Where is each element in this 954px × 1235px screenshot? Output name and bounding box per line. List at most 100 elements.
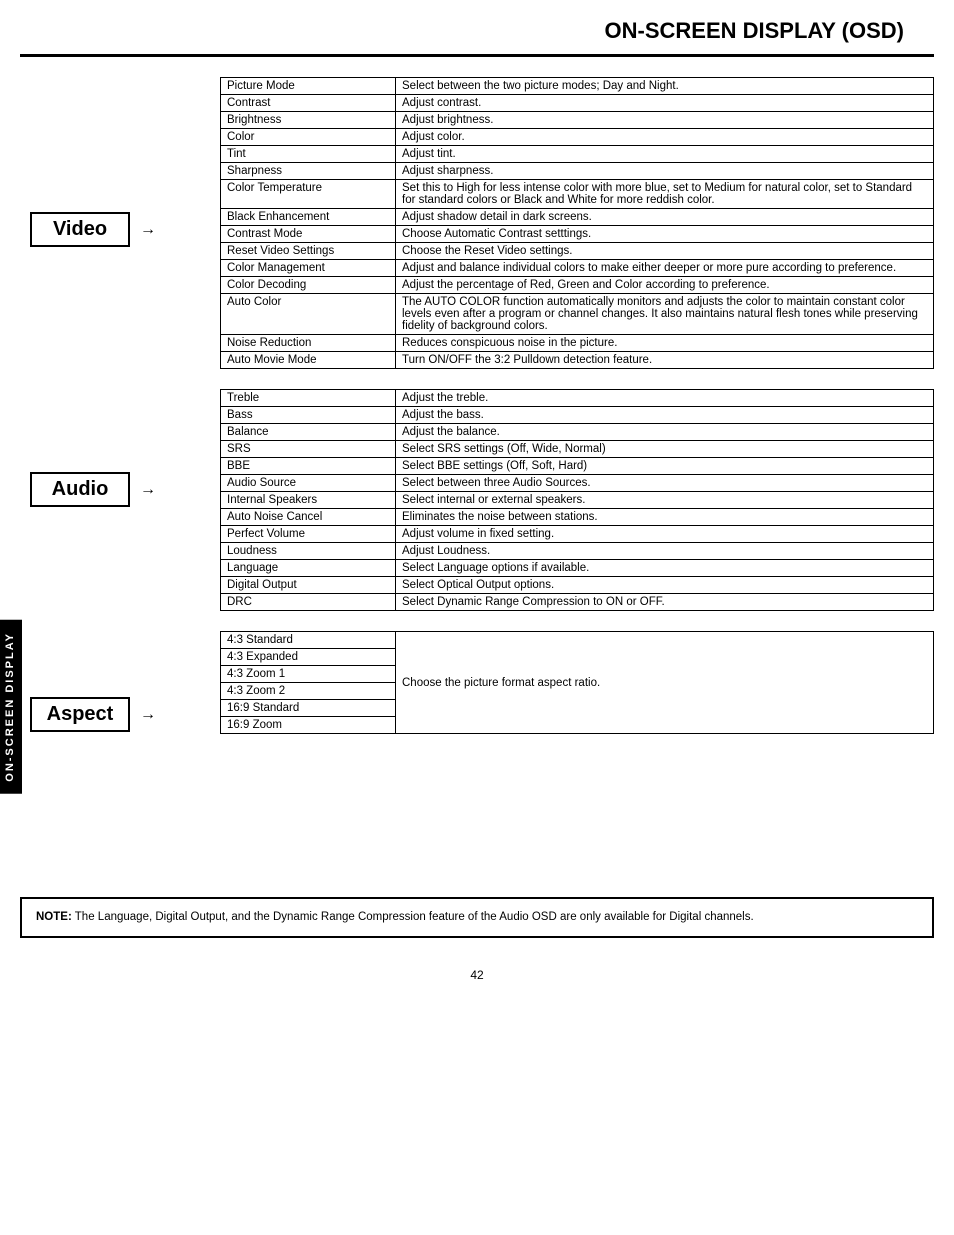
item-label: Tint	[221, 146, 396, 163]
table-row: TrebleAdjust the treble.	[221, 390, 934, 407]
item-description: Adjust sharpness.	[396, 163, 934, 180]
item-label: 4:3 Zoom 2	[221, 683, 396, 700]
item-description: Select internal or external speakers.	[396, 492, 934, 509]
table-row: Internal SpeakersSelect internal or exte…	[221, 492, 934, 509]
item-description: Adjust and balance individual colors to …	[396, 260, 934, 277]
audio-table: TrebleAdjust the treble.BassAdjust the b…	[220, 389, 934, 611]
category-aspect-arrow	[140, 706, 156, 724]
note-box: NOTE: The Language, Digital Output, and …	[20, 897, 934, 938]
item-label: Auto Movie Mode	[221, 352, 396, 369]
category-video-arrow	[140, 221, 156, 239]
table-row: BBESelect BBE settings (Off, Soft, Hard)	[221, 458, 934, 475]
item-label: Contrast	[221, 95, 396, 112]
table-row: BrightnessAdjust brightness.	[221, 112, 934, 129]
table-row: LanguageSelect Language options if avail…	[221, 560, 934, 577]
item-label: Internal Speakers	[221, 492, 396, 509]
table-row: Digital OutputSelect Optical Output opti…	[221, 577, 934, 594]
table-row: TintAdjust tint.	[221, 146, 934, 163]
category-audio: Audio	[30, 472, 156, 507]
item-label: 16:9 Zoom	[221, 717, 396, 734]
item-description: Select between the two picture modes; Da…	[396, 78, 934, 95]
item-description: Adjust contrast.	[396, 95, 934, 112]
item-description: Select SRS settings (Off, Wide, Normal)	[396, 441, 934, 458]
page-number: 42	[0, 958, 954, 992]
item-label: Auto Color	[221, 294, 396, 335]
table-row: Picture ModeSelect between the two pictu…	[221, 78, 934, 95]
item-description: Choose the Reset Video settings.	[396, 243, 934, 260]
item-description: Adjust the bass.	[396, 407, 934, 424]
item-label: Picture Mode	[221, 78, 396, 95]
table-row: BalanceAdjust the balance.	[221, 424, 934, 441]
table-row: Noise ReductionReduces conspicuous noise…	[221, 335, 934, 352]
item-description: Adjust the percentage of Red, Green and …	[396, 277, 934, 294]
item-label: Treble	[221, 390, 396, 407]
item-label: Loudness	[221, 543, 396, 560]
item-label: 4:3 Standard	[221, 632, 396, 649]
item-description: The AUTO COLOR function automatically mo…	[396, 294, 934, 335]
item-label: Audio Source	[221, 475, 396, 492]
page-title: ON-SCREEN DISPLAY (OSD)	[20, 0, 934, 57]
category-video: Video	[30, 212, 156, 247]
video-table: Picture ModeSelect between the two pictu…	[220, 77, 934, 369]
table-area: Picture ModeSelect between the two pictu…	[220, 77, 934, 877]
item-label: 16:9 Standard	[221, 700, 396, 717]
item-label: Noise Reduction	[221, 335, 396, 352]
item-label: Perfect Volume	[221, 526, 396, 543]
aspect-table: 4:3 StandardChoose the picture format as…	[220, 631, 934, 734]
item-label: Color Decoding	[221, 277, 396, 294]
table-row: Auto ColorThe AUTO COLOR function automa…	[221, 294, 934, 335]
item-description: Adjust volume in fixed setting.	[396, 526, 934, 543]
item-label: Color Temperature	[221, 180, 396, 209]
category-video-label: Video	[30, 212, 130, 247]
item-description: Adjust color.	[396, 129, 934, 146]
item-label: Sharpness	[221, 163, 396, 180]
table-row: Perfect VolumeAdjust volume in fixed set…	[221, 526, 934, 543]
item-label: Color	[221, 129, 396, 146]
item-label: 4:3 Zoom 1	[221, 666, 396, 683]
table-row: Auto Movie ModeTurn ON/OFF the 3:2 Pulld…	[221, 352, 934, 369]
item-label: Digital Output	[221, 577, 396, 594]
item-label: Balance	[221, 424, 396, 441]
item-label: Color Management	[221, 260, 396, 277]
category-audio-arrow	[140, 481, 156, 499]
table-row: DRCSelect Dynamic Range Compression to O…	[221, 594, 934, 611]
item-label: Bass	[221, 407, 396, 424]
item-label: Brightness	[221, 112, 396, 129]
item-description: Adjust the balance.	[396, 424, 934, 441]
table-row: Audio SourceSelect between three Audio S…	[221, 475, 934, 492]
item-label: Reset Video Settings	[221, 243, 396, 260]
item-description: Select Optical Output options.	[396, 577, 934, 594]
item-label: Language	[221, 560, 396, 577]
item-description: Adjust the treble.	[396, 390, 934, 407]
table-row: Color ManagementAdjust and balance indiv…	[221, 260, 934, 277]
table-row: ContrastAdjust contrast.	[221, 95, 934, 112]
item-description: Choose Automatic Contrast setttings.	[396, 226, 934, 243]
item-description: Adjust Loudness.	[396, 543, 934, 560]
item-label: 4:3 Expanded	[221, 649, 396, 666]
table-row: Color TemperatureSet this to High for le…	[221, 180, 934, 209]
item-label: BBE	[221, 458, 396, 475]
table-row: SRSSelect SRS settings (Off, Wide, Norma…	[221, 441, 934, 458]
table-row: BassAdjust the bass.	[221, 407, 934, 424]
item-label: SRS	[221, 441, 396, 458]
category-audio-label: Audio	[30, 472, 130, 507]
category-aspect: Aspect	[30, 697, 156, 732]
item-description: Select BBE settings (Off, Soft, Hard)	[396, 458, 934, 475]
table-row: Reset Video SettingsChoose the Reset Vid…	[221, 243, 934, 260]
note-text-content: The Language, Digital Output, and the Dy…	[75, 911, 754, 923]
item-description: Adjust brightness.	[396, 112, 934, 129]
item-label: DRC	[221, 594, 396, 611]
table-row: Black EnhancementAdjust shadow detail in…	[221, 209, 934, 226]
table-row: 4:3 StandardChoose the picture format as…	[221, 632, 934, 649]
vertical-sidebar-label: ON-SCREEN DISPLAY	[0, 620, 22, 794]
item-description: Eliminates the noise between stations.	[396, 509, 934, 526]
item-description: Select between three Audio Sources.	[396, 475, 934, 492]
table-row: LoudnessAdjust Loudness.	[221, 543, 934, 560]
item-label: Contrast Mode	[221, 226, 396, 243]
item-description: Adjust shadow detail in dark screens.	[396, 209, 934, 226]
item-description: Reduces conspicuous noise in the picture…	[396, 335, 934, 352]
table-row: Auto Noise CancelEliminates the noise be…	[221, 509, 934, 526]
item-description: Choose the picture format aspect ratio.	[396, 632, 934, 734]
table-row: ColorAdjust color.	[221, 129, 934, 146]
item-description: Select Language options if available.	[396, 560, 934, 577]
